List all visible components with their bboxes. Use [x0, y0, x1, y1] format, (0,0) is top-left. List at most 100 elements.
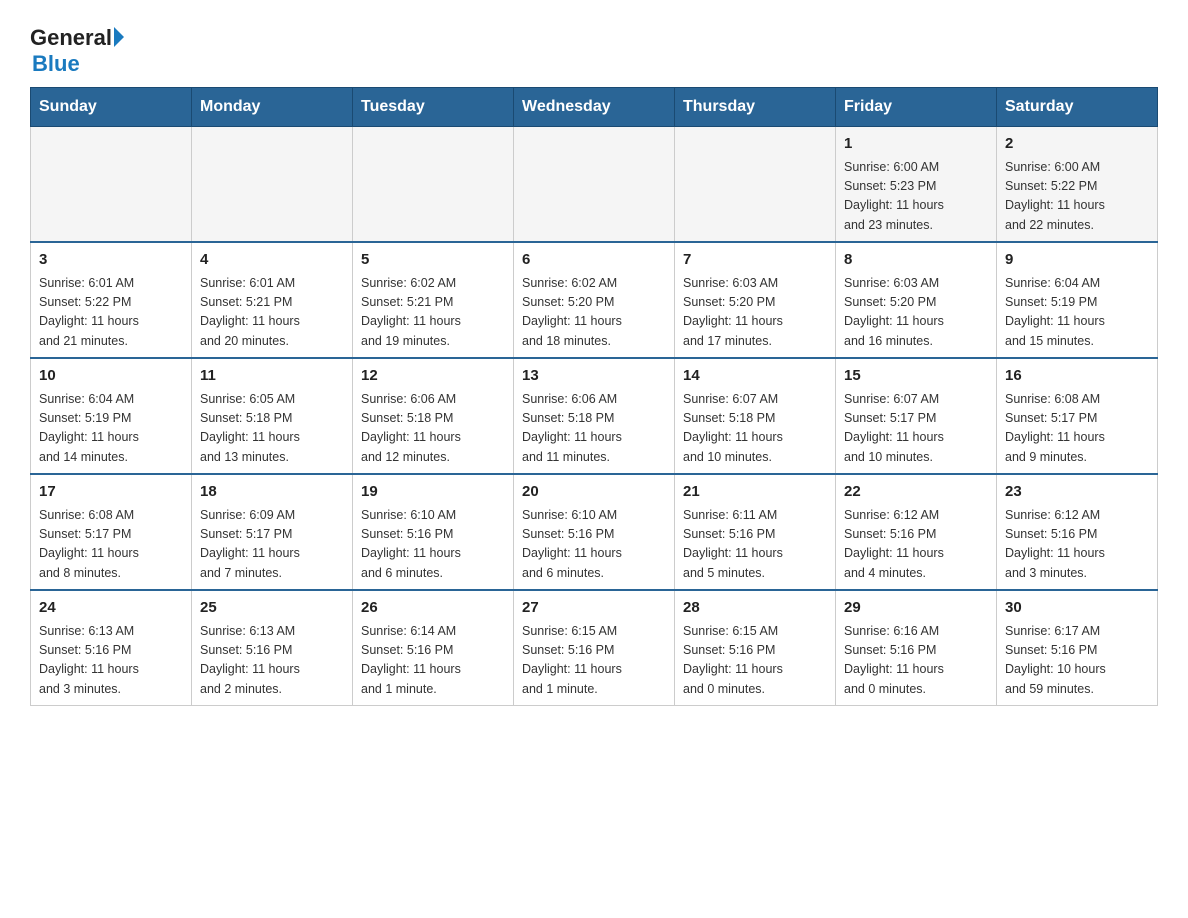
day-number: 25	[200, 597, 344, 620]
day-number: 5	[361, 249, 505, 272]
day-number: 27	[522, 597, 666, 620]
day-number: 19	[361, 481, 505, 504]
calendar-cell: 18Sunrise: 6:09 AM Sunset: 5:17 PM Dayli…	[192, 474, 353, 590]
day-info: Sunrise: 6:04 AM Sunset: 5:19 PM Dayligh…	[1005, 274, 1149, 352]
day-info: Sunrise: 6:12 AM Sunset: 5:16 PM Dayligh…	[1005, 506, 1149, 584]
day-info: Sunrise: 6:06 AM Sunset: 5:18 PM Dayligh…	[522, 390, 666, 468]
weekday-header-sunday: Sunday	[31, 88, 192, 127]
day-info: Sunrise: 6:07 AM Sunset: 5:17 PM Dayligh…	[844, 390, 988, 468]
day-number: 6	[522, 249, 666, 272]
day-info: Sunrise: 6:10 AM Sunset: 5:16 PM Dayligh…	[361, 506, 505, 584]
calendar-cell: 1Sunrise: 6:00 AM Sunset: 5:23 PM Daylig…	[836, 127, 997, 243]
calendar-cell: 17Sunrise: 6:08 AM Sunset: 5:17 PM Dayli…	[31, 474, 192, 590]
calendar-body: 1Sunrise: 6:00 AM Sunset: 5:23 PM Daylig…	[31, 127, 1158, 706]
weekday-header-monday: Monday	[192, 88, 353, 127]
calendar-cell: 16Sunrise: 6:08 AM Sunset: 5:17 PM Dayli…	[997, 358, 1158, 474]
logo-blue-line: Blue	[30, 51, 80, 77]
day-info: Sunrise: 6:13 AM Sunset: 5:16 PM Dayligh…	[200, 622, 344, 700]
calendar-cell	[31, 127, 192, 243]
calendar-cell	[353, 127, 514, 243]
calendar-cell: 27Sunrise: 6:15 AM Sunset: 5:16 PM Dayli…	[514, 590, 675, 706]
day-info: Sunrise: 6:11 AM Sunset: 5:16 PM Dayligh…	[683, 506, 827, 584]
day-number: 29	[844, 597, 988, 620]
day-info: Sunrise: 6:15 AM Sunset: 5:16 PM Dayligh…	[683, 622, 827, 700]
day-info: Sunrise: 6:04 AM Sunset: 5:19 PM Dayligh…	[39, 390, 183, 468]
calendar-table: SundayMondayTuesdayWednesdayThursdayFrid…	[30, 87, 1158, 706]
calendar-cell: 5Sunrise: 6:02 AM Sunset: 5:21 PM Daylig…	[353, 242, 514, 358]
calendar-cell: 2Sunrise: 6:00 AM Sunset: 5:22 PM Daylig…	[997, 127, 1158, 243]
day-info: Sunrise: 6:09 AM Sunset: 5:17 PM Dayligh…	[200, 506, 344, 584]
logo: General Blue	[30, 25, 124, 77]
day-number: 28	[683, 597, 827, 620]
day-info: Sunrise: 6:01 AM Sunset: 5:22 PM Dayligh…	[39, 274, 183, 352]
day-number: 30	[1005, 597, 1149, 620]
day-number: 2	[1005, 133, 1149, 156]
calendar-cell: 8Sunrise: 6:03 AM Sunset: 5:20 PM Daylig…	[836, 242, 997, 358]
day-info: Sunrise: 6:07 AM Sunset: 5:18 PM Dayligh…	[683, 390, 827, 468]
day-info: Sunrise: 6:02 AM Sunset: 5:21 PM Dayligh…	[361, 274, 505, 352]
day-info: Sunrise: 6:03 AM Sunset: 5:20 PM Dayligh…	[844, 274, 988, 352]
day-info: Sunrise: 6:08 AM Sunset: 5:17 PM Dayligh…	[1005, 390, 1149, 468]
logo-general-text: General	[30, 25, 124, 51]
calendar-cell: 6Sunrise: 6:02 AM Sunset: 5:20 PM Daylig…	[514, 242, 675, 358]
day-number: 13	[522, 365, 666, 388]
calendar-cell: 24Sunrise: 6:13 AM Sunset: 5:16 PM Dayli…	[31, 590, 192, 706]
calendar-week-row: 1Sunrise: 6:00 AM Sunset: 5:23 PM Daylig…	[31, 127, 1158, 243]
weekday-header-row: SundayMondayTuesdayWednesdayThursdayFrid…	[31, 88, 1158, 127]
day-info: Sunrise: 6:08 AM Sunset: 5:17 PM Dayligh…	[39, 506, 183, 584]
logo-arrow-icon	[114, 27, 124, 47]
page-header: General Blue	[30, 20, 1158, 77]
day-number: 20	[522, 481, 666, 504]
day-info: Sunrise: 6:10 AM Sunset: 5:16 PM Dayligh…	[522, 506, 666, 584]
day-info: Sunrise: 6:02 AM Sunset: 5:20 PM Dayligh…	[522, 274, 666, 352]
calendar-cell	[192, 127, 353, 243]
calendar-cell: 25Sunrise: 6:13 AM Sunset: 5:16 PM Dayli…	[192, 590, 353, 706]
day-info: Sunrise: 6:16 AM Sunset: 5:16 PM Dayligh…	[844, 622, 988, 700]
calendar-week-row: 10Sunrise: 6:04 AM Sunset: 5:19 PM Dayli…	[31, 358, 1158, 474]
calendar-cell	[514, 127, 675, 243]
day-info: Sunrise: 6:06 AM Sunset: 5:18 PM Dayligh…	[361, 390, 505, 468]
calendar-cell: 7Sunrise: 6:03 AM Sunset: 5:20 PM Daylig…	[675, 242, 836, 358]
day-number: 3	[39, 249, 183, 272]
day-info: Sunrise: 6:00 AM Sunset: 5:22 PM Dayligh…	[1005, 158, 1149, 236]
day-number: 11	[200, 365, 344, 388]
calendar-cell: 22Sunrise: 6:12 AM Sunset: 5:16 PM Dayli…	[836, 474, 997, 590]
weekday-header-thursday: Thursday	[675, 88, 836, 127]
calendar-cell: 12Sunrise: 6:06 AM Sunset: 5:18 PM Dayli…	[353, 358, 514, 474]
calendar-week-row: 24Sunrise: 6:13 AM Sunset: 5:16 PM Dayli…	[31, 590, 1158, 706]
day-number: 18	[200, 481, 344, 504]
day-info: Sunrise: 6:03 AM Sunset: 5:20 PM Dayligh…	[683, 274, 827, 352]
calendar-cell: 10Sunrise: 6:04 AM Sunset: 5:19 PM Dayli…	[31, 358, 192, 474]
logo-general-word: General	[30, 25, 112, 51]
day-number: 22	[844, 481, 988, 504]
weekday-header-wednesday: Wednesday	[514, 88, 675, 127]
calendar-cell: 4Sunrise: 6:01 AM Sunset: 5:21 PM Daylig…	[192, 242, 353, 358]
day-info: Sunrise: 6:15 AM Sunset: 5:16 PM Dayligh…	[522, 622, 666, 700]
day-number: 10	[39, 365, 183, 388]
day-info: Sunrise: 6:05 AM Sunset: 5:18 PM Dayligh…	[200, 390, 344, 468]
calendar-week-row: 3Sunrise: 6:01 AM Sunset: 5:22 PM Daylig…	[31, 242, 1158, 358]
day-info: Sunrise: 6:17 AM Sunset: 5:16 PM Dayligh…	[1005, 622, 1149, 700]
day-number: 14	[683, 365, 827, 388]
day-number: 15	[844, 365, 988, 388]
weekday-header-friday: Friday	[836, 88, 997, 127]
calendar-cell: 19Sunrise: 6:10 AM Sunset: 5:16 PM Dayli…	[353, 474, 514, 590]
day-number: 21	[683, 481, 827, 504]
day-number: 17	[39, 481, 183, 504]
calendar-cell: 23Sunrise: 6:12 AM Sunset: 5:16 PM Dayli…	[997, 474, 1158, 590]
calendar-cell: 21Sunrise: 6:11 AM Sunset: 5:16 PM Dayli…	[675, 474, 836, 590]
day-number: 12	[361, 365, 505, 388]
day-info: Sunrise: 6:00 AM Sunset: 5:23 PM Dayligh…	[844, 158, 988, 236]
calendar-cell: 28Sunrise: 6:15 AM Sunset: 5:16 PM Dayli…	[675, 590, 836, 706]
logo-blue-word: Blue	[32, 51, 80, 77]
calendar-cell: 29Sunrise: 6:16 AM Sunset: 5:16 PM Dayli…	[836, 590, 997, 706]
day-info: Sunrise: 6:13 AM Sunset: 5:16 PM Dayligh…	[39, 622, 183, 700]
calendar-cell: 20Sunrise: 6:10 AM Sunset: 5:16 PM Dayli…	[514, 474, 675, 590]
calendar-cell: 15Sunrise: 6:07 AM Sunset: 5:17 PM Dayli…	[836, 358, 997, 474]
calendar-cell: 14Sunrise: 6:07 AM Sunset: 5:18 PM Dayli…	[675, 358, 836, 474]
day-number: 1	[844, 133, 988, 156]
calendar-cell: 3Sunrise: 6:01 AM Sunset: 5:22 PM Daylig…	[31, 242, 192, 358]
calendar-cell: 13Sunrise: 6:06 AM Sunset: 5:18 PM Dayli…	[514, 358, 675, 474]
calendar-cell	[675, 127, 836, 243]
day-number: 4	[200, 249, 344, 272]
